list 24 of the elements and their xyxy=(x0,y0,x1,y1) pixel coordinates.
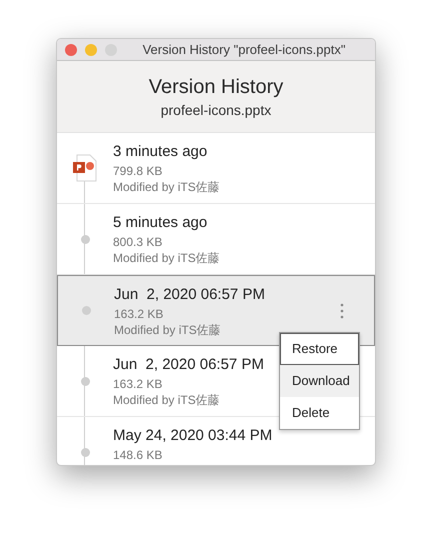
close-button[interactable] xyxy=(65,44,77,56)
file-size: 163.2 KB xyxy=(114,306,164,322)
modified-by: Modified by iTS佐藤 xyxy=(114,322,222,338)
menu-item[interactable]: Restore xyxy=(280,333,359,365)
version-row[interactable]: 3 minutes ago 799.8 KB Modified by iTS佐藤 xyxy=(57,133,375,204)
file-name: profeel-icons.pptx xyxy=(160,102,272,116)
modified-by: Modified by iTS佐藤 xyxy=(113,179,220,195)
version-time: May 24, 2020 03:44 PM xyxy=(113,426,272,446)
version-time: 3 minutes ago xyxy=(113,142,208,162)
minimize-button[interactable] xyxy=(85,44,97,56)
file-size: 148.6 KB xyxy=(113,447,164,463)
version-time: 5 minutes ago xyxy=(113,213,208,233)
file-size: 800.3 KB xyxy=(113,234,164,250)
menu-item[interactable]: Delete xyxy=(280,397,359,429)
more-icon[interactable] xyxy=(340,303,344,319)
modified-by: Modified by iTS佐藤 xyxy=(113,250,220,266)
modified-by: Modified by iTS佐藤 xyxy=(113,392,221,408)
version-time: Jun 2, 2020 06:57 PM xyxy=(113,355,264,375)
version-time: Jun 2, 2020 06:57 PM xyxy=(114,285,265,305)
menu-item[interactable]: Download xyxy=(280,365,359,397)
header-title: Version History xyxy=(148,76,284,96)
file-size: 799.8 KB xyxy=(113,163,164,179)
file-size: 163.2 KB xyxy=(113,376,164,392)
window-title: Version History "profeel-icons.pptx" xyxy=(142,40,346,59)
